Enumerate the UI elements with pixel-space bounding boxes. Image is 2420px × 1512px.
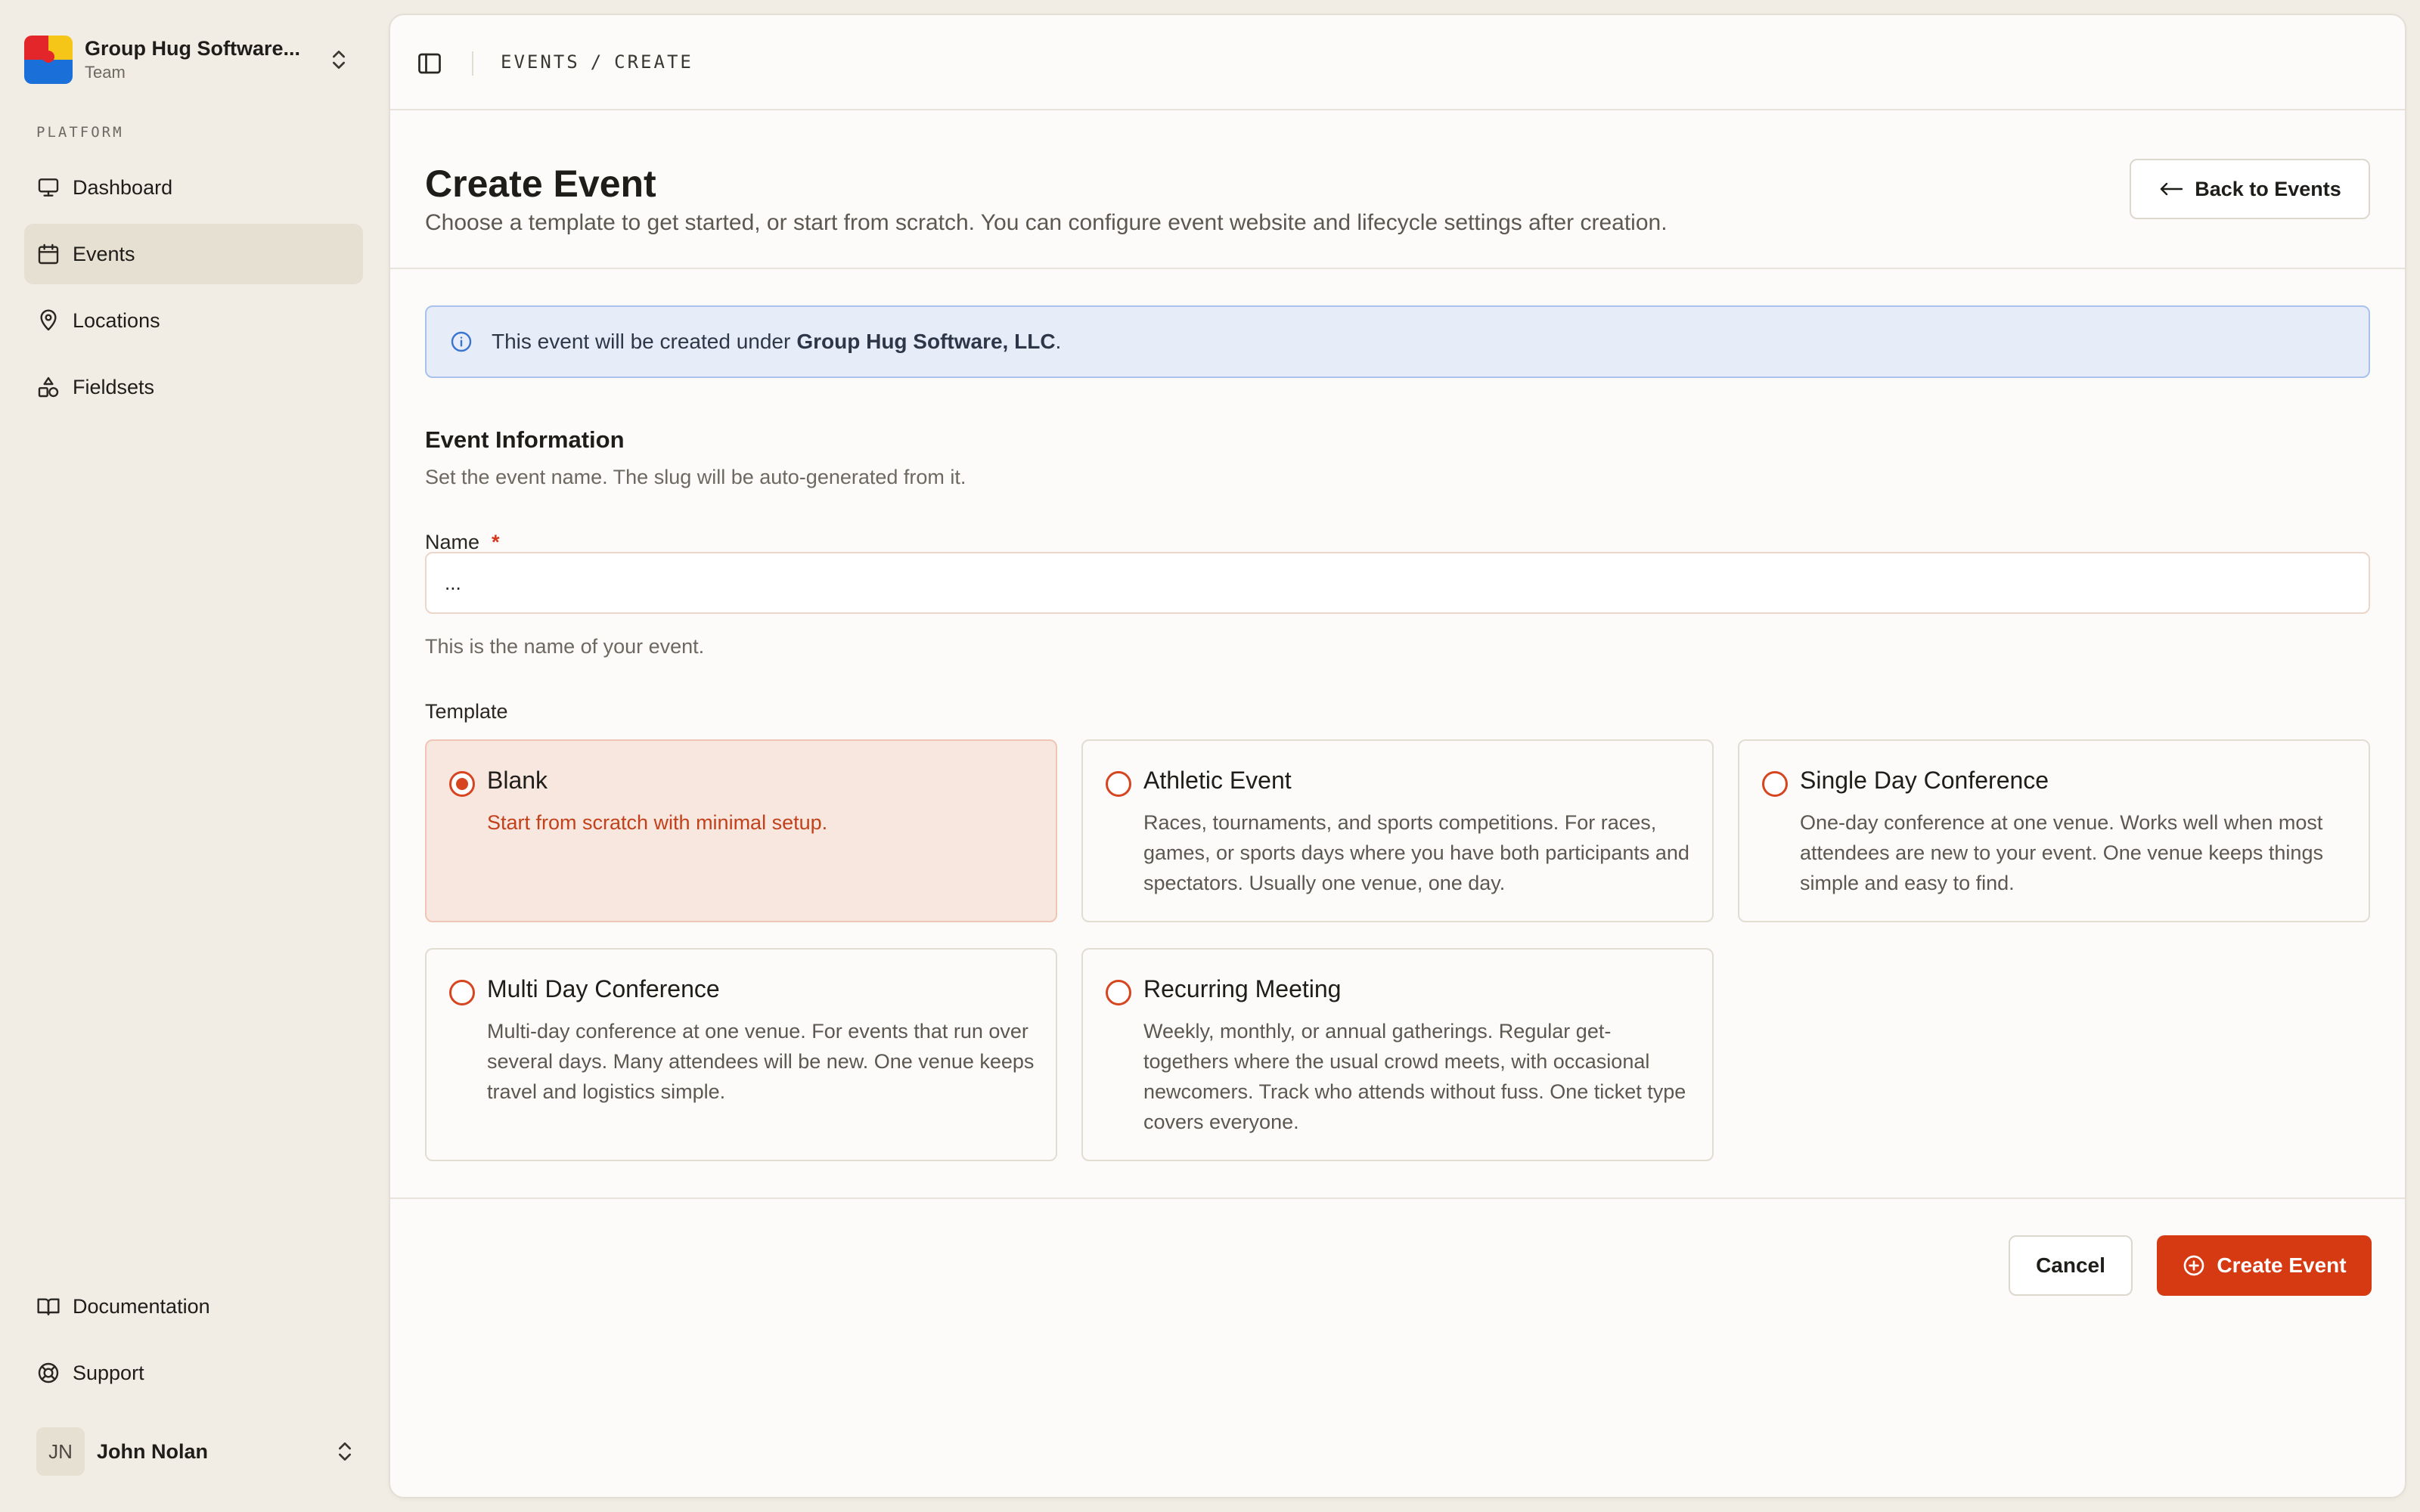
breadcrumb-separator: /: [590, 51, 604, 73]
page-header: Create Event Choose a template to get st…: [390, 110, 2405, 269]
create-event-button[interactable]: Create Event: [2157, 1235, 2372, 1296]
info-icon: [451, 331, 472, 352]
sidebar-item-dashboard[interactable]: Dashboard: [24, 157, 363, 218]
name-input[interactable]: [425, 552, 2370, 614]
chevrons-up-down-icon: [333, 51, 345, 69]
name-label: Name *: [425, 531, 500, 554]
topbar: EVENTS / CREATE: [390, 15, 2405, 110]
back-button-label: Back to Events: [2195, 177, 2341, 200]
template-title: Multi Day Conference: [487, 975, 720, 1002]
team-switcher[interactable]: Group Hug Software... Team: [24, 29, 357, 91]
sidebar-toggle-icon[interactable]: [416, 50, 443, 77]
name-help-text: This is the name of your event.: [425, 635, 705, 658]
template-title: Single Day Conference: [1800, 767, 2049, 794]
template-card-recurring-meeting[interactable]: Recurring Meeting Weekly, monthly, or an…: [1081, 948, 1714, 1161]
team-role: Team: [85, 63, 126, 82]
template-radio[interactable]: [1106, 980, 1131, 1005]
template-card-single-day-conference[interactable]: Single Day Conference One-day conference…: [1738, 739, 2370, 922]
template-radio[interactable]: [449, 980, 475, 1005]
template-card-athletic-event[interactable]: Athletic Event Races, tournaments, and s…: [1081, 739, 1714, 922]
template-radio[interactable]: [1106, 771, 1131, 797]
create-button-label: Create Event: [2217, 1253, 2347, 1277]
arrow-left-icon: [2161, 182, 2183, 196]
banner-prefix: This event will be created under: [492, 330, 791, 353]
template-radio[interactable]: [449, 771, 475, 797]
banner-org: Group Hug Software, LLC: [796, 330, 1056, 353]
user-menu[interactable]: JN John Nolan: [24, 1421, 363, 1482]
sidebar-item-events[interactable]: Events: [24, 224, 363, 284]
map-pin-icon: [40, 309, 57, 331]
team-name: Group Hug Software...: [85, 37, 301, 60]
template-title: Recurring Meeting: [1143, 975, 1342, 1002]
section-title: Event Information: [425, 426, 625, 453]
sidebar: Group Hug Software... Team PLATFORM Dash…: [0, 0, 384, 1512]
info-banner: This event will be created under Group H…: [425, 305, 2370, 378]
sidebar-item-fieldsets[interactable]: Fieldsets: [24, 357, 363, 417]
user-name: John Nolan: [97, 1439, 208, 1463]
footer-divider: [390, 1198, 2405, 1199]
sidebar-item-support[interactable]: Support: [24, 1343, 363, 1403]
sidebar-item-label: Events: [73, 242, 135, 265]
chevrons-up-down-icon: [339, 1442, 351, 1461]
sidebar-item-documentation[interactable]: Documentation: [24, 1276, 363, 1337]
template-card-multi-day-conference[interactable]: Multi Day Conference Multi-day conferenc…: [425, 948, 1057, 1161]
template-label: Template: [425, 700, 508, 723]
sidebar-section-label: PLATFORM: [36, 124, 124, 141]
book-icon: [37, 1298, 60, 1315]
sidebar-item-label: Documentation: [73, 1294, 210, 1318]
template-description: One-day conference at one venue. Works w…: [1800, 811, 2323, 894]
breadcrumb-item-events[interactable]: EVENTS: [501, 51, 580, 73]
template-title: Athletic Event: [1143, 767, 1292, 794]
cancel-button[interactable]: Cancel: [2009, 1235, 2133, 1296]
main-panel: EVENTS / CREATE Create Event Choose a te…: [389, 14, 2406, 1498]
sidebar-item-label: Locations: [73, 308, 160, 332]
template-description: Weekly, monthly, or annual gatherings. R…: [1143, 1020, 1686, 1133]
plus-circle-icon: [2184, 1255, 2204, 1276]
template-title: Blank: [487, 767, 548, 794]
template-description: Multi-day conference at one venue. For e…: [487, 1020, 1035, 1103]
sidebar-secondary-nav: Documentation Support: [24, 1276, 363, 1409]
template-card-blank[interactable]: Blank Start from scratch with minimal se…: [425, 739, 1057, 922]
template-description: Races, tournaments, and sports competiti…: [1143, 811, 1689, 894]
shapes-icon: [38, 376, 59, 398]
breadcrumb: EVENTS / CREATE: [501, 51, 693, 73]
team-logo: [24, 36, 73, 84]
monitor-icon: [38, 178, 59, 197]
required-marker: *: [492, 531, 500, 553]
back-to-events-button[interactable]: Back to Events: [2130, 159, 2370, 219]
team-text: Group Hug Software... Team: [85, 36, 327, 84]
page-subtitle: Choose a template to get started, or sta…: [425, 210, 1668, 235]
breadcrumb-item-create: CREATE: [614, 51, 693, 73]
name-label-text: Name: [425, 531, 480, 553]
sidebar-item-label: Fieldsets: [73, 375, 155, 398]
template-radio[interactable]: [1762, 771, 1788, 797]
life-buoy-icon: [38, 1362, 59, 1383]
sidebar-nav: Dashboard Events Locations Fieldsets: [24, 157, 363, 423]
template-description: Start from scratch with minimal setup.: [487, 811, 828, 834]
page-title: Create Event: [425, 163, 656, 205]
calendar-icon: [38, 243, 59, 265]
sidebar-item-locations[interactable]: Locations: [24, 290, 363, 351]
section-description: Set the event name. The slug will be aut…: [425, 466, 966, 488]
banner-suffix: .: [1055, 330, 1062, 353]
topbar-divider: [472, 51, 473, 76]
sidebar-item-label: Support: [73, 1361, 144, 1384]
sidebar-item-label: Dashboard: [73, 175, 173, 199]
avatar: JN: [36, 1427, 85, 1476]
